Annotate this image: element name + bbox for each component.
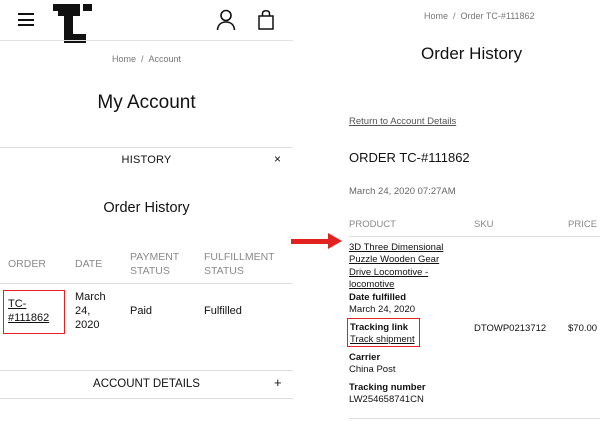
breadcrumb-separator: / bbox=[140, 54, 144, 64]
header-date: DATE bbox=[75, 258, 103, 270]
header-fulfillment-line1: FULFILLMENT bbox=[204, 251, 275, 263]
header-price: PRICE bbox=[568, 219, 598, 230]
order-date: March 24, 2020 07:27AM bbox=[349, 186, 456, 197]
history-top-divider bbox=[0, 147, 293, 148]
cart-bag-icon[interactable] bbox=[258, 10, 274, 30]
product-line: locomotive bbox=[349, 278, 395, 290]
product-line: 3D Three Dimensional bbox=[349, 242, 444, 253]
date-fulfilled-label: Date fulfilled bbox=[349, 292, 407, 303]
header-fulfillment-status: FULFILLMENT STATUS bbox=[204, 250, 275, 278]
breadcrumb: Home / Order TC-#111862 bbox=[424, 11, 535, 21]
order-link-line2: #111862 bbox=[8, 312, 50, 324]
header-payment-line2: STATUS bbox=[130, 265, 170, 277]
order-number-link[interactable]: TC- #111862 bbox=[8, 297, 49, 325]
table-divider bbox=[0, 283, 293, 284]
breadcrumb-current: Order TC-#111862 bbox=[460, 11, 535, 21]
account-icon[interactable] bbox=[216, 9, 236, 31]
return-to-account-link[interactable]: Return to Account Details bbox=[349, 116, 456, 127]
tracking-number-value: LW254658741CN bbox=[349, 394, 424, 405]
header-divider bbox=[0, 40, 293, 41]
page-title: Order History bbox=[421, 44, 523, 63]
order-detail-page: Home / Order TC-#111862 Order History Retu… bbox=[344, 0, 600, 421]
breadcrumb-current: Account bbox=[148, 54, 182, 64]
header-product: PRODUCT bbox=[349, 219, 396, 230]
account-page: Home / Account My Account HISTORY × Order … bbox=[0, 0, 293, 421]
track-shipment-link[interactable]: Track shipment bbox=[350, 334, 415, 345]
price-value: $70.00 bbox=[568, 323, 598, 334]
header-payment-status: PAYMENT STATUS bbox=[130, 250, 179, 278]
order-date-line3: 2020 bbox=[75, 319, 100, 331]
page-title: My Account bbox=[97, 92, 196, 113]
product-link[interactable]: 3D Three Dimensional Puzzle Wooden Gear … bbox=[349, 242, 459, 291]
history-section-header[interactable]: HISTORY bbox=[0, 154, 293, 166]
order-link-line1: TC- bbox=[8, 298, 27, 310]
fulfillment-status-cell: Fulfilled bbox=[204, 305, 242, 317]
payment-status-cell: Paid bbox=[130, 305, 153, 317]
product-line: Puzzle Wooden Gear bbox=[349, 254, 440, 266]
date-fulfilled-value: March 24, 2020 bbox=[349, 304, 416, 315]
tracking-number-label: Tracking number bbox=[349, 382, 426, 393]
order-date-line1: March bbox=[75, 291, 106, 303]
tracking-link-label: Tracking link bbox=[350, 322, 409, 333]
expand-plus-icon[interactable]: + bbox=[274, 375, 282, 390]
header-sku: SKU bbox=[474, 219, 494, 230]
table-divider bbox=[349, 236, 600, 237]
header-order: ORDER bbox=[8, 258, 46, 270]
order-number-heading: ORDER TC-#111862 bbox=[349, 150, 470, 165]
annotation-arrow-head bbox=[328, 233, 342, 249]
bottom-divider bbox=[0, 398, 293, 399]
product-line: Drive Locomotive - bbox=[349, 266, 429, 278]
sku-value: DTOWP0213712 bbox=[474, 323, 547, 334]
breadcrumb-home[interactable]: Home bbox=[424, 11, 448, 21]
store-logo[interactable] bbox=[52, 3, 94, 43]
table-bottom-divider bbox=[349, 418, 600, 419]
order-date-cell: March 24, 2020 bbox=[75, 290, 106, 332]
carrier-label: Carrier bbox=[349, 352, 381, 363]
breadcrumb-separator: / bbox=[453, 11, 456, 21]
account-details-header[interactable]: ACCOUNT DETAILS bbox=[0, 378, 293, 390]
carrier-value: China Post bbox=[349, 364, 396, 375]
account-details-divider bbox=[0, 370, 293, 371]
header-fulfillment-line2: STATUS bbox=[204, 265, 244, 277]
order-history-title: Order History bbox=[103, 200, 190, 216]
header-payment-line1: PAYMENT bbox=[130, 251, 180, 263]
annotation-arrow bbox=[291, 239, 329, 244]
order-date-line2: 24, bbox=[75, 305, 91, 317]
close-icon[interactable]: × bbox=[274, 152, 281, 166]
menu-icon[interactable] bbox=[18, 13, 34, 26]
breadcrumb: Home / Account bbox=[0, 54, 293, 64]
breadcrumb-home[interactable]: Home bbox=[112, 54, 136, 64]
